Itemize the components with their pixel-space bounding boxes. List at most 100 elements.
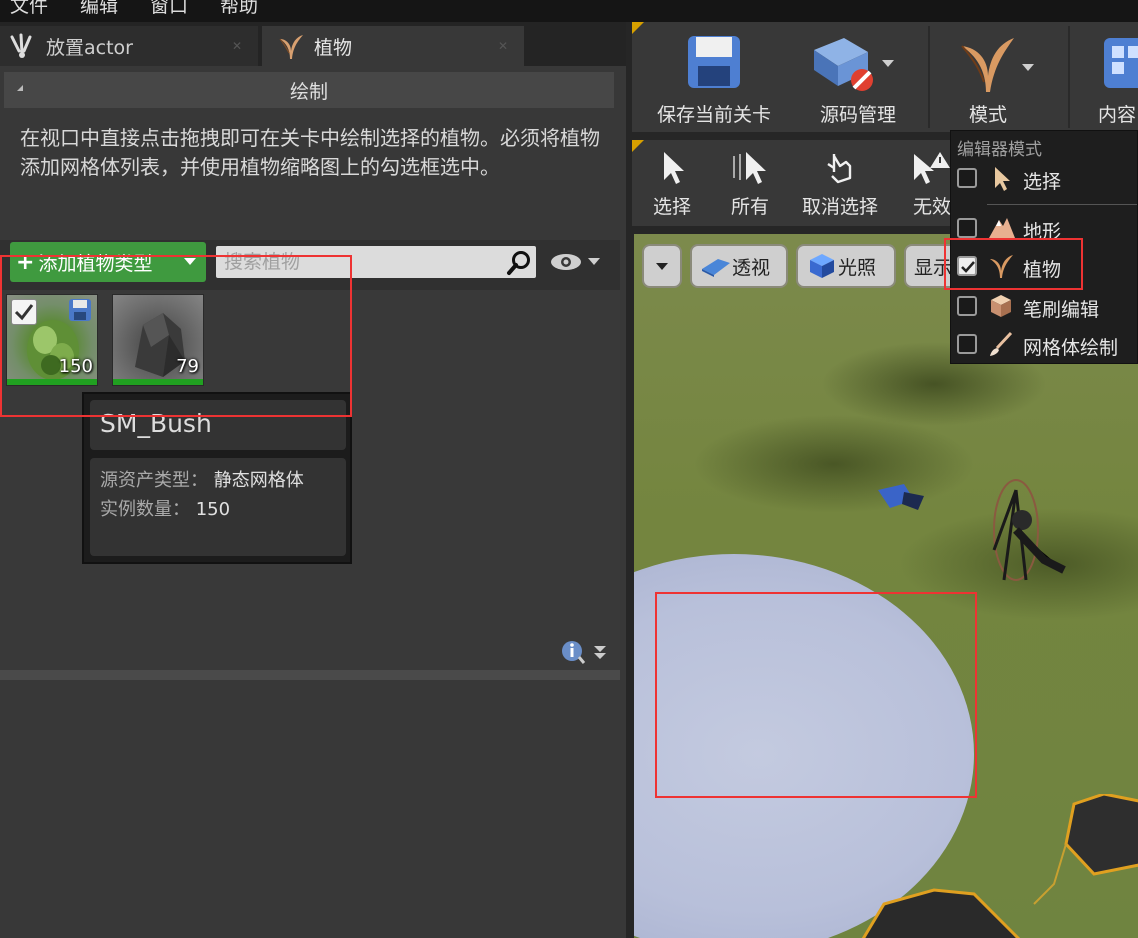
camera-prop	[878, 484, 924, 510]
chevron-down-icon	[184, 258, 196, 265]
instance-count: 150	[58, 356, 93, 377]
menu-file[interactable]: 文件	[0, 0, 70, 16]
mode-label: 地形	[1023, 221, 1062, 243]
save-level-label: 保存当前关卡	[656, 104, 771, 126]
paint-section-header[interactable]: 绘制	[4, 72, 614, 108]
close-icon[interactable]: ✕	[232, 40, 244, 52]
menu-separator	[987, 204, 1137, 205]
viewport-options-button[interactable]	[642, 244, 682, 288]
chevron-down-icon	[656, 263, 668, 270]
lighting-button[interactable]: 光照	[796, 244, 896, 288]
perspective-icon	[702, 259, 730, 277]
perspective-button[interactable]: 透视	[690, 244, 788, 288]
select-tool-label: 选择	[652, 196, 691, 218]
lit-cube-icon	[810, 254, 834, 278]
foliage-enable-checkbox[interactable]	[11, 299, 37, 325]
cursor-arrow-icon	[995, 167, 1010, 191]
mode-label: 笔刷编辑	[1023, 299, 1100, 321]
instance-count-label: 实例数量：	[100, 499, 190, 520]
mode-checkbox[interactable]	[957, 218, 977, 238]
tooltip-body: 源资产类型： 静态网格体 实例数量： 150	[90, 458, 346, 556]
view-options-eye-icon[interactable]	[550, 250, 606, 274]
lighting-label: 光照	[838, 256, 877, 279]
tab-foliage[interactable]: 植物 ✕	[262, 26, 524, 66]
toolbar-separator	[928, 26, 930, 128]
tab-foliage-label: 植物	[314, 36, 353, 59]
editor-modes-header: 编辑器模式	[957, 140, 1042, 160]
main-toolbar: 保存当前关卡 源码管理 模式 内容	[632, 22, 1138, 132]
select-all-button[interactable]: 所有	[718, 140, 782, 226]
modes-label: 模式	[968, 104, 1007, 126]
save-icon	[688, 36, 740, 88]
deselect-button[interactable]: 取消选择	[796, 140, 884, 226]
checkmark-icon	[14, 304, 34, 321]
panel-splitter[interactable]	[0, 670, 620, 680]
landscape-icon	[989, 218, 1015, 238]
save-level-button[interactable]: 保存当前关卡	[640, 22, 788, 132]
show-label: 显示	[914, 256, 953, 279]
mode-item-brush-edit[interactable]: 笔刷编辑	[951, 287, 1138, 325]
warning-cursor-icon	[914, 152, 950, 184]
checkmark-icon	[961, 261, 975, 273]
foliage-tooltip: SM_Bush 源资产类型： 静态网格体 实例数量： 150	[82, 392, 352, 564]
select-all-icon	[733, 152, 766, 184]
mode-label: 植物	[1023, 259, 1062, 281]
select-all-label: 所有	[730, 196, 769, 218]
mode-label: 选择	[1023, 171, 1062, 193]
mode-label: 网格体绘制	[1023, 337, 1119, 359]
add-foliage-type-button[interactable]: + 添加植物类型	[10, 242, 206, 282]
foliage-icon	[279, 35, 303, 59]
paint-description: 在视口中直接点击拖拽即可在关卡中绘制选择的植物。必须将植物添加网格体列表，并使用…	[20, 126, 600, 179]
menu-edit[interactable]: 编辑	[70, 0, 140, 16]
foliage-thumbnail-rock[interactable]: 79	[112, 294, 204, 386]
mode-checkbox[interactable]	[957, 334, 977, 354]
source-control-button[interactable]: 源码管理	[790, 22, 926, 132]
place-actor-icon	[10, 33, 32, 58]
count-bar	[113, 379, 203, 385]
character-figure	[992, 479, 1066, 581]
close-icon[interactable]: ✕	[498, 40, 510, 52]
menu-help[interactable]: 帮助	[210, 0, 280, 16]
foliage-icon	[990, 255, 1013, 278]
editor-modes-menu: 编辑器模式 选择 地形 植物 笔刷编辑 网格体绘制	[950, 130, 1138, 364]
brush-edit-icon	[991, 295, 1011, 317]
tab-place-actor[interactable]: 放置actor ✕	[0, 26, 258, 66]
mode-item-foliage[interactable]: 植物	[951, 247, 1138, 285]
foliage-thumbnail-sm-bush[interactable]: 150	[6, 294, 98, 386]
count-bar	[7, 379, 97, 385]
paint-brush-icon	[990, 331, 1013, 356]
save-icon[interactable]	[67, 297, 93, 323]
source-control-label: 源码管理	[819, 104, 896, 126]
toolbar-separator	[1068, 26, 1070, 128]
menu-window[interactable]: 窗口	[140, 0, 210, 16]
asset-type-label: 源资产类型：	[100, 470, 208, 491]
cursor-arrow-icon	[664, 152, 684, 184]
plus-icon: +	[16, 249, 35, 275]
modes-icon	[961, 38, 1034, 92]
mode-item-select[interactable]: 选择	[951, 159, 1138, 197]
select-tool-button[interactable]: 选择	[640, 140, 704, 226]
menu-bar: 文件 编辑 窗口 帮助	[0, 0, 1138, 22]
tab-place-actor-label: 放置actor	[46, 36, 133, 59]
search-icon[interactable]	[506, 250, 532, 276]
content-button[interactable]: 内容	[1072, 22, 1138, 132]
paint-section-title: 绘制	[289, 80, 328, 103]
mode-item-landscape[interactable]: 地形	[951, 209, 1138, 247]
mode-item-mesh-paint[interactable]: 网格体绘制	[951, 325, 1138, 363]
info-icon[interactable]	[560, 638, 608, 666]
tab-bar: 放置actor ✕ 植物 ✕	[0, 22, 626, 66]
modes-button[interactable]: 模式	[932, 22, 1044, 132]
perspective-label: 透视	[732, 256, 771, 279]
details-area	[0, 680, 626, 938]
collapse-triangle-icon[interactable]	[12, 85, 23, 91]
content-icon	[1104, 38, 1138, 88]
hand-pointer-icon	[827, 154, 852, 184]
mode-checkbox[interactable]	[957, 168, 977, 188]
instance-count: 79	[176, 356, 199, 377]
search-input[interactable]	[216, 246, 496, 278]
asset-type-value: 静态网格体	[213, 470, 304, 491]
foliage-panel: 放置actor ✕ 植物 ✕ 绘制 在视口中直接点击拖拽即可在关卡中绘制选择的植…	[0, 22, 626, 938]
foliage-search-box	[216, 246, 536, 278]
mode-checkbox[interactable]	[957, 256, 977, 276]
mode-checkbox[interactable]	[957, 296, 977, 316]
